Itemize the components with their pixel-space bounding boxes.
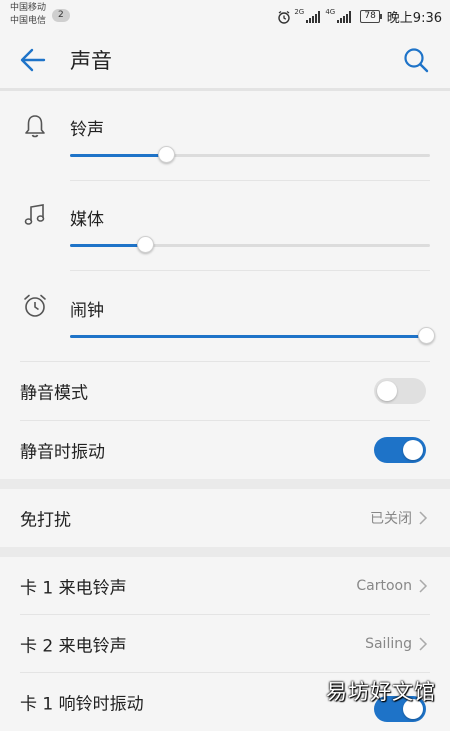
status-bar: 中国移动 中国电信 2 2G 4G 78 晚上9:36: [0, 0, 450, 32]
carrier-1: 中国移动: [10, 3, 47, 13]
sim1-ringtone-value: Cartoon: [356, 578, 412, 594]
signal-2-tag: 4G: [325, 7, 336, 16]
silent-mode-row[interactable]: 静音模式: [0, 362, 450, 420]
volume-label-media: 媒体: [70, 210, 104, 230]
sim2-ringtone-label: 卡 2 来电铃声: [20, 636, 127, 657]
silent-mode-label: 静音模式: [20, 383, 88, 404]
volume-label-alarm: 闹钟: [70, 301, 104, 321]
sim2-ringtone-row[interactable]: 卡 2 来电铃声 Sailing: [0, 615, 450, 673]
page-title: 声音: [70, 49, 112, 73]
signal-1-icon: 2G: [294, 8, 321, 23]
battery-level: 78: [360, 10, 380, 23]
slider-thumb[interactable]: [158, 146, 176, 163]
slider-fill: [70, 244, 146, 247]
music-note-icon: [24, 204, 45, 225]
app-header: 声音: [0, 32, 450, 88]
signal-2-icon: 4G: [325, 8, 352, 23]
media-volume-slider[interactable]: [70, 236, 430, 253]
dnd-row[interactable]: 免打扰 已关闭: [0, 489, 450, 547]
sim1-ringtone-label: 卡 1 来电铃声: [20, 578, 127, 599]
arrow-left-icon[interactable]: [18, 46, 48, 74]
section-gap: [0, 479, 450, 489]
volume-media: 媒体: [0, 181, 450, 271]
sim-badge: 2: [52, 9, 70, 22]
volume-ringtone: 铃声: [0, 91, 450, 181]
alarm-status-icon: [278, 10, 291, 24]
signal-1-tag: 2G: [294, 7, 305, 16]
battery-icon: 78: [360, 10, 382, 23]
clock: 晚上9:36: [386, 11, 442, 26]
chevron-right-icon: [419, 511, 428, 525]
bell-icon: [25, 115, 45, 138]
vibrate-silent-label: 静音时振动: [20, 442, 105, 463]
slider-fill: [70, 335, 430, 338]
silent-mode-toggle[interactable]: [374, 378, 426, 404]
slider-thumb[interactable]: [136, 236, 154, 253]
chevron-right-icon: [419, 579, 428, 593]
dnd-label: 免打扰: [20, 510, 71, 531]
vibrate-silent-row[interactable]: 静音时振动: [0, 421, 450, 479]
search-icon[interactable]: [402, 46, 430, 74]
alarm-clock-icon: [24, 294, 46, 317]
volume-label-ringtone: 铃声: [70, 120, 104, 140]
sim2-ringtone-value: Sailing: [365, 636, 412, 652]
sim1-vibrate-ring-label: 卡 1 响铃时振动: [20, 694, 144, 715]
sim1-ringtone-row[interactable]: 卡 1 来电铃声 Cartoon: [0, 557, 450, 615]
carrier-info: 中国移动 中国电信: [10, 2, 46, 28]
volume-alarm: 闹钟: [0, 271, 450, 361]
section-gap: [0, 547, 450, 557]
slider-thumb[interactable]: [418, 327, 435, 344]
slider-fill: [70, 154, 168, 157]
watermark-text: 易坊好文馆: [326, 680, 436, 704]
carrier-2: 中国电信: [10, 16, 47, 26]
dnd-value: 已关闭: [370, 511, 412, 527]
status-icons: 2G 4G 78 晚上9:36: [277, 7, 442, 26]
ringtone-volume-slider[interactable]: [70, 146, 430, 163]
vibrate-silent-toggle[interactable]: [374, 437, 426, 463]
chevron-right-icon: [419, 637, 428, 651]
alarm-volume-slider[interactable]: [70, 327, 435, 344]
